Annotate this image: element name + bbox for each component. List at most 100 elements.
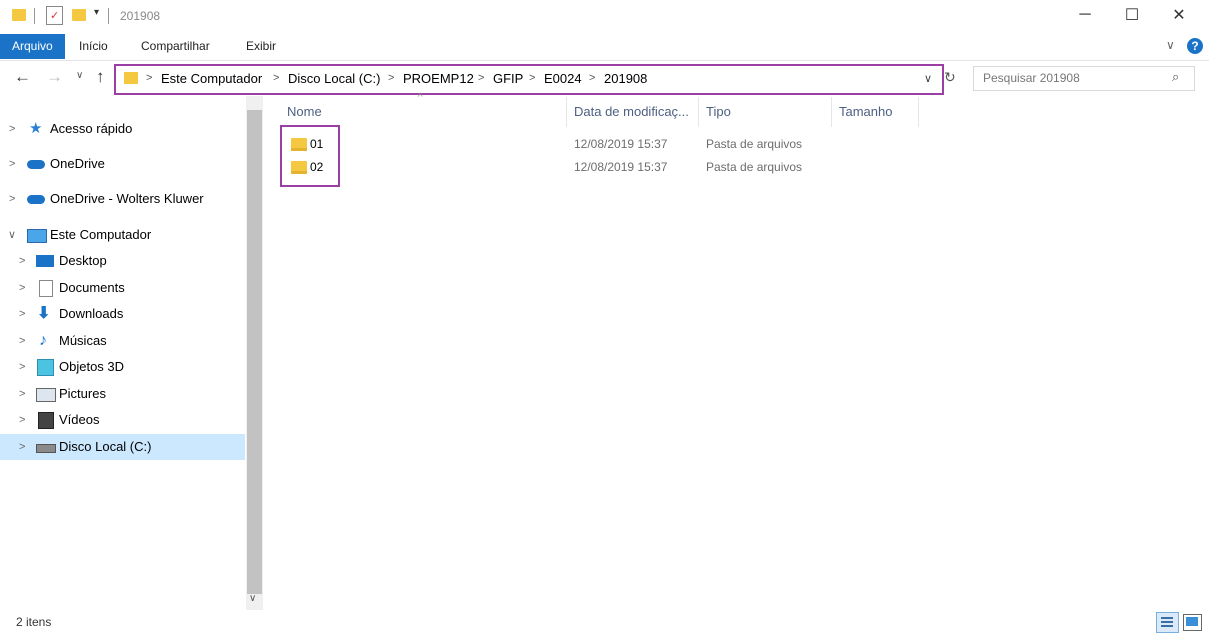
nav-item-documents[interactable]: > Documents	[0, 275, 246, 301]
chevron-right-icon[interactable]: >	[9, 151, 15, 177]
breadcrumb-separator[interactable]: >	[388, 72, 394, 84]
folder-icon	[124, 72, 138, 84]
nav-item-pictures[interactable]: > Pictures	[0, 381, 246, 407]
nav-item-label: Músicas	[59, 333, 107, 348]
chevron-right-icon[interactable]: >	[19, 434, 25, 460]
nav-item-label: Acesso rápido	[50, 121, 133, 136]
breadcrumb-separator[interactable]: >	[478, 72, 484, 84]
tab-inicio[interactable]: Início	[67, 34, 120, 59]
refresh-icon[interactable]: ↻	[944, 69, 956, 86]
cloud-icon	[27, 160, 45, 169]
chevron-right-icon[interactable]: >	[19, 381, 25, 407]
breadcrumb-e0024[interactable]: E0024	[544, 71, 582, 86]
back-arrow-icon[interactable]: ←	[14, 67, 31, 87]
cloud-icon	[27, 195, 45, 204]
column-header-tamanho[interactable]: Tamanho	[839, 104, 892, 119]
up-arrow-icon[interactable]: ↑	[96, 67, 105, 87]
navigation-pane: > ★ Acesso rápido > OneDrive > OneDrive …	[0, 96, 264, 610]
nav-item-label: Pictures	[59, 386, 106, 401]
chevron-right-icon[interactable]: >	[19, 275, 25, 301]
cube-icon	[37, 359, 54, 376]
chevron-right-icon[interactable]: >	[9, 116, 15, 142]
column-divider[interactable]	[566, 97, 567, 127]
documents-icon	[39, 280, 53, 297]
recent-locations-icon[interactable]: ∨	[76, 70, 83, 81]
chevron-right-icon[interactable]: >	[19, 354, 25, 380]
new-folder-icon[interactable]	[72, 9, 86, 21]
help-icon[interactable]: ?	[1187, 38, 1203, 54]
folder-icon	[12, 9, 26, 21]
nav-scrollbar[interactable]: ∨	[246, 96, 263, 610]
nav-item-este-computador[interactable]: ∨ Este Computador	[0, 222, 246, 248]
column-header-tipo[interactable]: Tipo	[706, 104, 731, 119]
nav-item-label: Desktop	[59, 253, 107, 268]
sort-ascending-icon: ^	[418, 92, 423, 103]
tab-arquivo[interactable]: Arquivo	[0, 34, 65, 59]
chevron-right-icon[interactable]: >	[9, 186, 15, 212]
status-bar: 2 itens	[0, 610, 1209, 635]
chevron-right-icon[interactable]: >	[19, 407, 25, 433]
scroll-thumb[interactable]	[247, 110, 262, 594]
chevron-down-icon[interactable]: ∨	[8, 222, 16, 248]
chevron-down-icon[interactable]: ∨	[1166, 38, 1175, 52]
breadcrumb-separator[interactable]: >	[146, 72, 152, 84]
breadcrumb-separator[interactable]: >	[589, 72, 595, 84]
details-view-icon[interactable]	[1156, 612, 1179, 633]
nav-item-label: Disco Local (C:)	[59, 439, 152, 454]
address-bar[interactable]: > Este Computador > Disco Local (C:) > P…	[114, 64, 944, 95]
nav-item-objetos-3d[interactable]: > Objetos 3D	[0, 354, 246, 380]
breadcrumb-separator[interactable]: >	[273, 72, 279, 84]
file-date: 12/08/2019 15:37	[574, 137, 668, 151]
breadcrumb-proemp12[interactable]: PROEMP12	[403, 71, 474, 86]
column-divider[interactable]	[698, 97, 699, 127]
title-bar: ✓ ▾ 201908 ─ ☐ ✕	[0, 0, 1209, 34]
file-row[interactable]: 01 12/08/2019 15:37 Pasta de arquivos	[280, 134, 920, 156]
computer-icon	[27, 229, 47, 243]
breadcrumb-separator[interactable]: >	[529, 72, 535, 84]
breadcrumb-este-computador[interactable]: Este Computador	[161, 71, 262, 86]
nav-item-label: Objetos 3D	[59, 359, 125, 374]
divider	[34, 8, 35, 24]
chevron-right-icon[interactable]: >	[19, 248, 25, 274]
minimize-button[interactable]: ─	[1062, 6, 1108, 24]
column-header-data[interactable]: Data de modificaç...	[574, 104, 689, 119]
nav-item-label: Vídeos	[59, 412, 100, 427]
file-type: Pasta de arquivos	[706, 160, 803, 174]
customize-toolbar-icon[interactable]: ▾	[94, 7, 99, 18]
breadcrumb-201908[interactable]: 201908	[604, 71, 647, 86]
scroll-down-icon[interactable]: ∨	[249, 593, 256, 604]
chevron-down-icon[interactable]: ∨	[924, 72, 932, 85]
forward-arrow-icon[interactable]: →	[46, 67, 63, 87]
breadcrumb-disco-local[interactable]: Disco Local (C:)	[288, 71, 380, 86]
tab-compartilhar[interactable]: Compartilhar	[129, 34, 222, 59]
nav-item-desktop[interactable]: > Desktop	[0, 248, 246, 274]
column-header-nome[interactable]: Nome	[287, 104, 322, 119]
tab-exibir[interactable]: Exibir	[234, 34, 288, 59]
file-date: 12/08/2019 15:37	[574, 160, 668, 174]
nav-item-musicas[interactable]: > ♪ Músicas	[0, 328, 246, 354]
search-icon[interactable]: ⌕	[1172, 69, 1179, 85]
file-row[interactable]: 02 12/08/2019 15:37 Pasta de arquivos	[280, 157, 920, 179]
nav-item-disco-local[interactable]: > Disco Local (C:)	[0, 434, 245, 460]
nav-item-label: OneDrive	[50, 156, 105, 171]
close-button[interactable]: ✕	[1156, 5, 1202, 25]
large-icons-view-icon[interactable]	[1183, 614, 1202, 631]
column-divider[interactable]	[831, 97, 832, 127]
maximize-button[interactable]: ☐	[1109, 5, 1155, 25]
nav-item-label: Downloads	[59, 306, 124, 321]
download-icon: ⬇	[37, 305, 51, 322]
breadcrumb-gfip[interactable]: GFIP	[493, 71, 523, 86]
nav-item-label: Este Computador	[50, 227, 152, 242]
pictures-icon	[36, 388, 56, 402]
desktop-icon	[36, 255, 54, 267]
nav-item-acesso-rapido[interactable]: > ★ Acesso rápido	[0, 116, 246, 142]
nav-item-videos[interactable]: > Vídeos	[0, 407, 246, 433]
properties-icon[interactable]: ✓	[46, 6, 63, 25]
chevron-right-icon[interactable]: >	[19, 301, 25, 327]
chevron-right-icon[interactable]: >	[19, 328, 25, 354]
search-input[interactable]: Pesquisar 201908 ⌕	[973, 66, 1195, 91]
nav-item-onedrive-wolters[interactable]: > OneDrive - Wolters Kluwer	[0, 186, 246, 212]
column-divider[interactable]	[918, 97, 919, 127]
nav-item-onedrive[interactable]: > OneDrive	[0, 151, 246, 177]
nav-item-downloads[interactable]: > ⬇ Downloads	[0, 301, 246, 327]
